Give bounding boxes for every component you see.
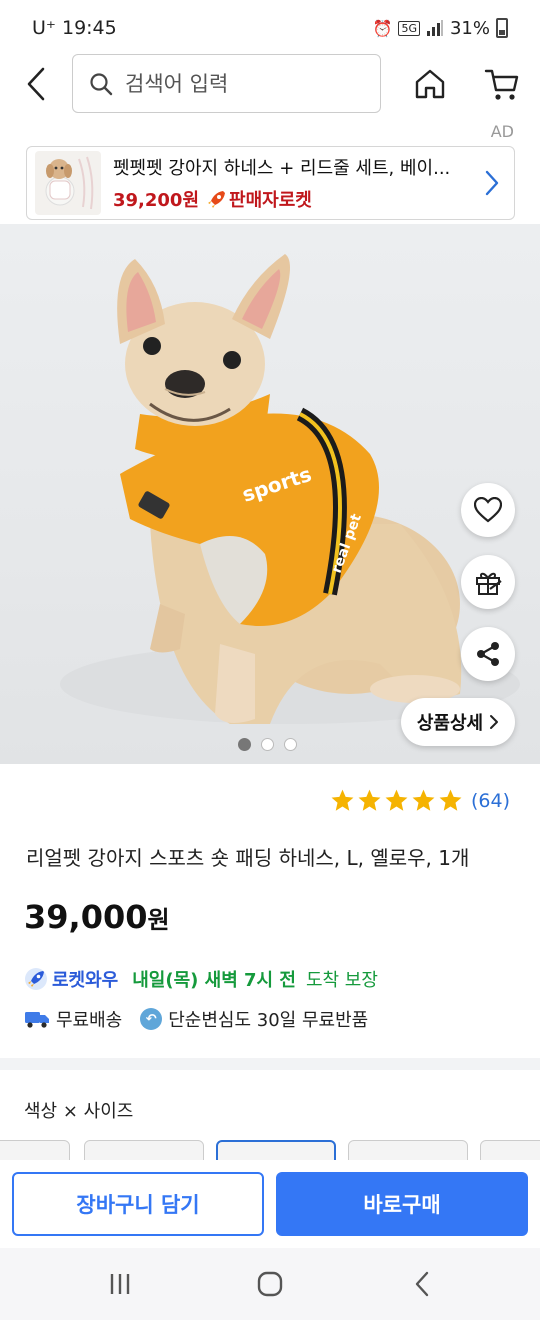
carrier-time: U⁺ 19:45 bbox=[32, 17, 117, 39]
home-icon bbox=[415, 69, 445, 99]
alarm-icon: ⏰ bbox=[372, 18, 393, 38]
rating[interactable]: (64) bbox=[330, 788, 510, 813]
heart-icon bbox=[474, 497, 502, 523]
gallery-pagination bbox=[238, 738, 297, 751]
free-shipping-label: 무료배송 bbox=[56, 1010, 123, 1031]
search-icon bbox=[90, 72, 113, 95]
star-icon bbox=[439, 789, 462, 811]
share-button[interactable] bbox=[461, 627, 515, 681]
rocket-wow-icon bbox=[25, 968, 47, 990]
product-image-gallery[interactable]: sports real pet 상품상세 bbox=[0, 224, 540, 764]
ad-text: 펫펫펫 강아지 하네스 + 리드줄 세트, 베이... 39,200원 판매자로… bbox=[113, 154, 473, 212]
star-icon bbox=[331, 789, 354, 811]
truck-icon bbox=[25, 1012, 49, 1028]
chevron-right-icon bbox=[485, 170, 499, 196]
search-box[interactable] bbox=[72, 54, 381, 113]
review-count[interactable]: (64) bbox=[471, 790, 510, 812]
rocket-icon bbox=[208, 191, 226, 208]
wishlist-button[interactable] bbox=[461, 483, 515, 537]
product-photo: sports real pet bbox=[60, 254, 520, 724]
system-back-button[interactable] bbox=[402, 1266, 442, 1302]
option-label: 색상 × 사이즈 bbox=[24, 1101, 134, 1122]
status-icons: ⏰ 5G 31% bbox=[373, 18, 508, 39]
star-icon bbox=[412, 789, 435, 811]
section-divider bbox=[0, 1058, 540, 1070]
product-detail-button[interactable]: 상품상세 bbox=[401, 698, 515, 746]
search-input[interactable] bbox=[125, 71, 355, 96]
ad-price: 39,200원 bbox=[113, 190, 200, 211]
gift-icon bbox=[476, 572, 502, 595]
system-nav-bar bbox=[0, 1248, 540, 1320]
buy-now-button[interactable]: 바로구매 bbox=[276, 1172, 528, 1236]
back-arrow-icon bbox=[415, 1271, 429, 1297]
signal-icon bbox=[426, 20, 443, 36]
product-page: U⁺ 19:45 ⏰ 5G 31% AD bbox=[0, 0, 540, 1320]
home-button[interactable] bbox=[408, 62, 452, 106]
bottom-action-bar: 장바구니 담기 바로구매 bbox=[0, 1160, 540, 1248]
share-icon bbox=[477, 642, 499, 666]
pagination-dot[interactable] bbox=[238, 738, 251, 751]
seller-rocket-badge: 판매자로켓 bbox=[207, 186, 312, 212]
status-bar: U⁺ 19:45 ⏰ 5G 31% bbox=[0, 0, 540, 56]
rocket-wow-label: 로켓와우 bbox=[52, 970, 119, 991]
battery-icon bbox=[496, 18, 508, 38]
recent-apps-button[interactable] bbox=[100, 1266, 140, 1302]
star-icon bbox=[385, 789, 408, 811]
product-price: 39,000원 bbox=[24, 898, 170, 936]
battery-percent: 31% bbox=[449, 17, 490, 39]
seller-rocket-label: 판매자로켓 bbox=[229, 190, 312, 211]
delivery-eta: 내일(목) 새벽 7시 전 bbox=[132, 970, 296, 991]
chevron-right-icon bbox=[490, 715, 499, 729]
shipping-info: 무료배송 ↶ 단순변심도 30일 무료반품 bbox=[24, 1006, 368, 1032]
ad-title: 펫펫펫 강아지 하네스 + 리드줄 세트, 베이... bbox=[113, 158, 451, 179]
add-to-cart-button[interactable]: 장바구니 담기 bbox=[12, 1172, 264, 1236]
cart-icon bbox=[484, 69, 519, 100]
pagination-dot[interactable] bbox=[261, 738, 274, 751]
star-icon bbox=[358, 789, 381, 811]
cart-button[interactable] bbox=[480, 62, 524, 106]
recent-apps-icon bbox=[110, 1274, 130, 1294]
return-icon: ↶ bbox=[140, 1008, 163, 1030]
product-detail-label: 상품상세 bbox=[416, 713, 484, 734]
product-title: 리얼펫 강아지 스포츠 숏 패딩 하네스, L, 옐로우, 1개 bbox=[26, 846, 470, 870]
back-button[interactable] bbox=[18, 62, 54, 106]
price-number: 39,000 bbox=[24, 898, 148, 936]
ad-label: AD bbox=[490, 122, 514, 141]
ad-price-row: 39,200원 판매자로켓 bbox=[113, 186, 473, 212]
chevron-left-icon bbox=[27, 67, 45, 101]
home-system-button[interactable] bbox=[250, 1266, 290, 1302]
price-unit: 원 bbox=[147, 906, 170, 934]
network-5g-icon: 5G bbox=[398, 20, 420, 36]
gift-button[interactable] bbox=[461, 555, 515, 609]
home-circle-icon bbox=[257, 1271, 283, 1297]
pagination-dot[interactable] bbox=[284, 738, 297, 751]
delivery-guarantee: 도착 보장 bbox=[305, 970, 378, 991]
return-policy-label: 단순변심도 30일 무료반품 bbox=[168, 1010, 369, 1031]
ad-banner[interactable]: 펫펫펫 강아지 하네스 + 리드줄 세트, 베이... 39,200원 판매자로… bbox=[26, 146, 515, 220]
ad-thumbnail bbox=[35, 151, 101, 215]
top-nav bbox=[0, 52, 540, 116]
delivery-info: 로켓와우 내일(목) 새벽 7시 전 도착 보장 bbox=[24, 966, 378, 992]
